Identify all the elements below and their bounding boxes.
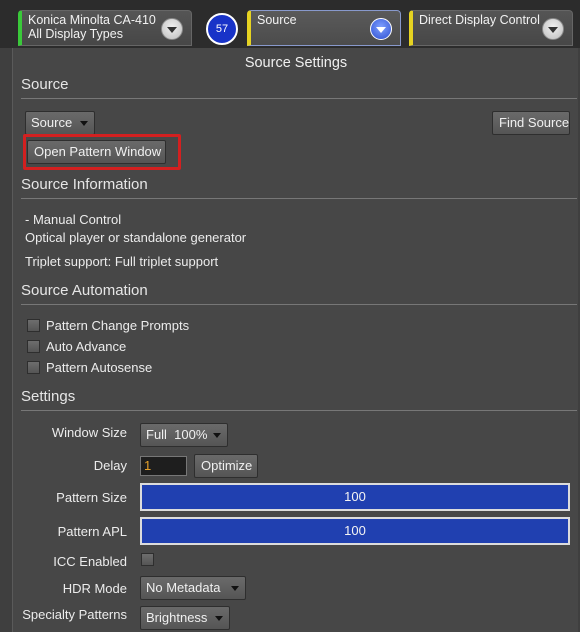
source-info-line: Optical player or standalone generator [25, 230, 247, 245]
chevron-down-icon[interactable] [161, 18, 183, 40]
checkbox-label: Pattern Autosense [46, 360, 153, 375]
tab-direct-display-control[interactable]: Direct Display Control [409, 10, 573, 46]
divider [21, 198, 577, 199]
tab-meter[interactable]: Konica Minolta CA-410 All Display Types [18, 10, 192, 46]
checkbox[interactable] [27, 319, 40, 332]
specialty-patterns-select[interactable]: Brightness [140, 606, 230, 630]
optimize-button[interactable]: Optimize [194, 454, 258, 478]
delay-input[interactable]: 1 [140, 456, 187, 476]
icc-enabled-checkbox[interactable] [141, 553, 154, 566]
chevron-down-icon[interactable] [542, 18, 564, 40]
chevron-down-icon [80, 121, 88, 126]
checkbox[interactable] [27, 361, 40, 374]
panel-title: Source Settings [244, 55, 348, 71]
chevron-down-icon [215, 616, 223, 621]
find-source-button[interactable]: Find Source [492, 111, 570, 135]
section-heading-settings: Settings [21, 388, 76, 405]
window-size-value: Full 100% [146, 427, 208, 442]
tab-source[interactable]: Source [247, 10, 401, 46]
meter-display-type: All Display Types [28, 27, 123, 41]
meter-name: Konica Minolta CA-410 [28, 13, 156, 27]
source-info-line: - Manual Control [25, 212, 122, 227]
checkbox-label: Auto Advance [46, 339, 127, 354]
delay-label: Delay [93, 458, 127, 473]
source-settings-panel: Source Settings Source Source Find Sourc… [12, 48, 578, 632]
section-heading-source: Source [21, 76, 69, 93]
ddc-tab-label: Direct Display Control [419, 13, 540, 27]
divider [21, 98, 577, 99]
pattern-apl-label: Pattern APL [57, 524, 127, 539]
open-pattern-window-button[interactable]: Open Pattern Window [27, 140, 166, 164]
source-tab-label: Source [257, 13, 297, 27]
pattern-size-slider[interactable]: 100 [140, 483, 570, 511]
divider [21, 304, 577, 305]
divider [21, 410, 577, 411]
device-tab-bar: Konica Minolta CA-410 All Display Types … [0, 0, 580, 48]
source-info-line: Triplet support: Full triplet support [25, 254, 219, 269]
chevron-down-icon[interactable] [370, 18, 392, 40]
checkbox-label: Pattern Change Prompts [46, 318, 190, 333]
source-select-value: Source [31, 115, 73, 130]
window-size-label: Window Size [51, 425, 127, 440]
chevron-down-icon [213, 433, 221, 438]
chevron-down-icon [231, 586, 239, 591]
section-heading-source-automation: Source Automation [21, 282, 148, 299]
pattern-size-label: Pattern Size [56, 490, 127, 505]
specialty-patterns-label: Specialty Patterns [22, 607, 127, 622]
hdr-mode-value: No Metadata [146, 580, 221, 595]
hdr-mode-label: HDR Mode [62, 581, 127, 596]
count-badge[interactable]: 57 [206, 13, 238, 45]
specialty-patterns-value: Brightness [146, 610, 208, 625]
pattern-apl-slider[interactable]: 100 [140, 517, 570, 545]
meter-tab-text: Konica Minolta CA-410 All Display Types [28, 13, 156, 41]
hdr-mode-select[interactable]: No Metadata [140, 576, 246, 600]
section-heading-source-information: Source Information [21, 176, 148, 193]
source-select[interactable]: Source [25, 111, 95, 135]
window-size-select[interactable]: Full 100% [140, 423, 228, 447]
checkbox[interactable] [27, 340, 40, 353]
icc-enabled-label: ICC Enabled [53, 554, 127, 569]
